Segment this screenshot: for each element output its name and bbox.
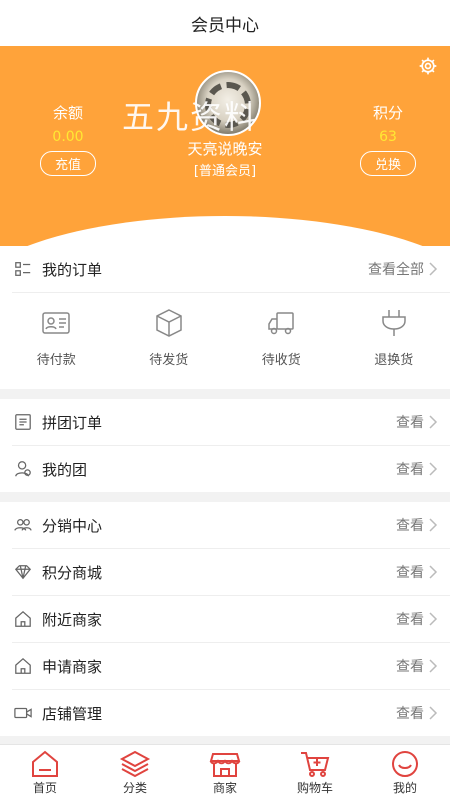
points-block: 积分 63 兑换 (343, 102, 433, 176)
settings-gear-icon[interactable] (418, 56, 438, 76)
my-orders-title: 我的订单 (42, 260, 103, 279)
watermark-text: 五九资料 (122, 98, 259, 136)
orders-card: 我的订单 查看全部 待付款 待发货 待收货 退换货 (0, 246, 450, 389)
layers-icon (119, 750, 151, 777)
chevron-right-icon (429, 518, 438, 532)
group-card: 拼团订单 查看 我的团 查看 (0, 399, 450, 492)
chevron-right-icon (429, 565, 438, 579)
tab-cart[interactable]: 购物车 (270, 745, 360, 800)
diamond-icon (14, 565, 32, 580)
my-orders-row[interactable]: 我的订单 查看全部 (0, 246, 450, 292)
user-group-icon (15, 461, 31, 477)
orders-list-icon (15, 262, 31, 276)
exchange-button[interactable]: 兑换 (359, 151, 416, 176)
view-all-link[interactable]: 查看全部 (368, 259, 424, 279)
chevron-right-icon (429, 462, 438, 476)
people-icon (14, 518, 32, 531)
tab-home[interactable]: 首页 (0, 745, 90, 800)
group-orders-row[interactable]: 拼团订单 查看 (0, 399, 450, 445)
home-tab-icon (32, 750, 58, 777)
apply-merchant-row[interactable]: 申请商家 查看 (0, 643, 450, 689)
tab-merchants[interactable]: 商家 (180, 745, 270, 800)
cart-icon (301, 751, 330, 777)
nearby-merchants-row[interactable]: 附近商家 查看 (0, 596, 450, 642)
home-icon (15, 657, 31, 674)
order-pending-shipment[interactable]: 待发货 (113, 307, 226, 368)
points-mall-row[interactable]: 积分商城 查看 (0, 549, 450, 595)
home-icon (15, 610, 31, 627)
chevron-right-icon (429, 262, 438, 276)
truck-icon (268, 312, 294, 335)
store-icon (209, 752, 241, 777)
store-management-row[interactable]: 店铺管理 查看 (0, 690, 450, 736)
chevron-right-icon (429, 415, 438, 429)
balance-label: 余额 (52, 104, 83, 122)
chevron-right-icon (429, 706, 438, 720)
list-doc-icon (15, 414, 31, 430)
smile-icon (392, 750, 418, 777)
page-title: 会员中心 (191, 15, 259, 36)
order-pending-payment[interactable]: 待付款 (0, 307, 113, 368)
box-icon (156, 309, 182, 337)
tab-category[interactable]: 分类 (90, 745, 180, 800)
id-card-icon (42, 312, 70, 334)
order-pending-receipt[interactable]: 待收货 (225, 307, 338, 368)
bottom-tab-bar: 首页 分类 商家 购物车 我的 (0, 744, 450, 800)
points-label: 积分 (372, 104, 403, 122)
profile-header: 余额 0.00 充值 五九资料 天亮说晚安 [普通会员] 积分 63 兑换 (0, 46, 450, 246)
plug-icon (382, 310, 406, 336)
services-card: 分销中心 查看 积分商城 查看 附近商家 查看 申请商家 查看 店铺管理 查看 (0, 502, 450, 736)
order-status-grid: 待付款 待发货 待收货 退换货 (0, 293, 450, 389)
video-icon (14, 707, 32, 719)
order-returns[interactable]: 退换货 (338, 307, 450, 368)
points-value: 63 (379, 129, 397, 145)
tab-mine[interactable]: 我的 (360, 745, 450, 800)
distribution-center-row[interactable]: 分销中心 查看 (0, 502, 450, 548)
chevron-right-icon (429, 612, 438, 626)
chevron-right-icon (429, 659, 438, 673)
top-bar: 会员中心 (0, 0, 450, 46)
my-group-row[interactable]: 我的团 查看 (0, 446, 450, 492)
